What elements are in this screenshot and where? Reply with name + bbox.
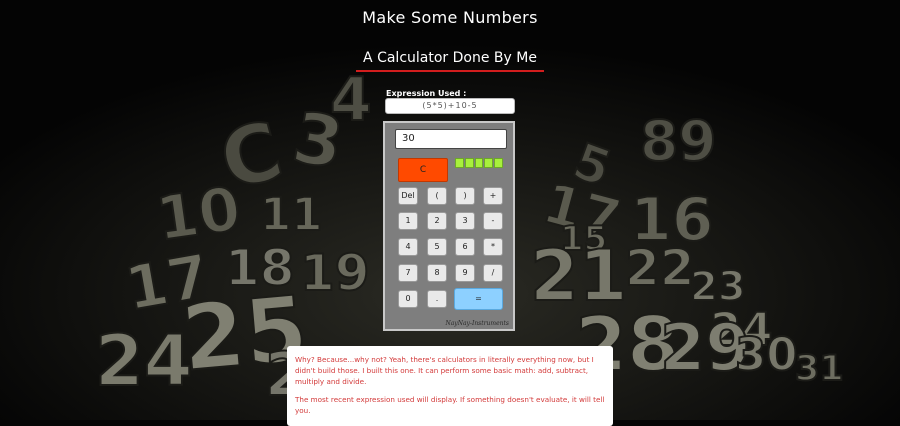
calculator-brand: NayNay-Instruments [445,320,509,327]
close-paren-key[interactable]: ) [455,187,475,205]
info-panel: Why? Because...why not? Yeah, there's ca… [287,346,613,426]
digit-1-key[interactable]: 1 [398,212,418,230]
svg-text:19: 19 [300,244,370,302]
digit-5-key[interactable]: 5 [427,238,447,256]
digit-0-key[interactable]: 0 [398,290,418,308]
svg-text:24: 24 [95,320,192,402]
expression-used-field: (5*5)+10-5 [385,98,515,114]
calculator: 30 C Del ( ) + 1 2 3 - 4 5 6 * 7 8 9 / 0… [383,121,515,331]
svg-text:30: 30 [735,328,798,381]
digit-8-key[interactable]: 8 [427,264,447,282]
subtitle-underline [356,70,544,72]
digit-7-key[interactable]: 7 [398,264,418,282]
decimal-key[interactable]: . [427,290,447,308]
add-key[interactable]: + [483,187,503,205]
svg-text:4: 4 [330,65,372,135]
solar-cell [464,158,474,168]
delete-key[interactable]: Del [398,187,418,205]
digit-3-key[interactable]: 3 [455,212,475,230]
solar-cell [455,158,464,168]
solar-panel-indicator [455,158,503,168]
open-paren-key[interactable]: ( [427,187,447,205]
svg-text:11: 11 [260,188,323,241]
calculator-display: 30 [395,129,507,149]
digit-9-key[interactable]: 9 [455,264,475,282]
svg-text:31: 31 [795,349,844,389]
digit-6-key[interactable]: 6 [455,238,475,256]
solar-cell [474,158,484,168]
multiply-key[interactable]: * [483,238,503,256]
svg-text:22: 22 [625,239,695,297]
svg-text:89: 89 [640,109,717,173]
calculator-subtitle: A Calculator Done By Me [363,50,537,66]
expression-label: Expression Used : [386,89,467,98]
page-title: Make Some Numbers [362,8,538,27]
subtract-key[interactable]: - [483,212,503,230]
info-paragraph: The most recent expression used will dis… [295,395,605,415]
clear-button[interactable]: C [398,158,448,182]
digit-2-key[interactable]: 2 [427,212,447,230]
info-paragraph: Why? Because...why not? Yeah, there's ca… [295,355,594,386]
solar-cell [484,158,494,168]
digit-4-key[interactable]: 4 [398,238,418,256]
divide-key[interactable]: / [483,264,503,282]
equals-key[interactable]: = [454,288,503,310]
solar-cell [494,158,503,168]
